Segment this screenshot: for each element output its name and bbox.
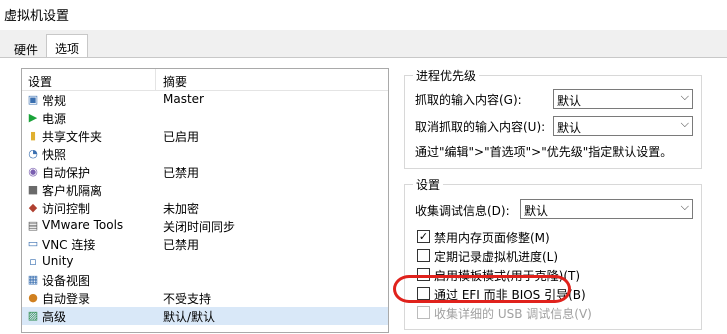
option-checkbox[interactable]: 收集详细的 USB 调试信息(V) xyxy=(417,305,657,321)
ungrab-input-label: 取消抓取的输入内容(U): xyxy=(415,120,546,134)
column-divider[interactable] xyxy=(155,69,156,91)
list-header: 设置 摘要 xyxy=(22,69,388,91)
list-item[interactable]: ▣ 常规 Master xyxy=(22,91,388,109)
list-item[interactable]: ◉ 自动保护 已禁用 xyxy=(22,163,388,181)
checkbox-box[interactable] xyxy=(417,249,430,262)
list-item[interactable]: ▮ 共享文件夹 已启用 xyxy=(22,127,388,145)
checkbox-box[interactable] xyxy=(417,306,430,319)
list-item-name: Unity xyxy=(42,254,74,268)
advanced-icon: ▨ xyxy=(27,309,39,322)
option-checkbox[interactable]: 定期记录虚拟机进度(L) xyxy=(417,248,657,264)
snapshot-icon: ◔ xyxy=(28,147,38,160)
ungrab-input-select[interactable]: 默认 ⌵ xyxy=(553,116,693,136)
list-item[interactable]: ▨ 高级 默认/默认 xyxy=(22,307,388,325)
list-item[interactable]: ◔ 快照 xyxy=(22,145,388,163)
settings-legend: 设置 xyxy=(413,176,444,193)
list-item-name: VNC 连接 xyxy=(42,238,96,252)
list-item-name: 快照 xyxy=(42,148,67,162)
list-item[interactable]: ● 自动登录 不受支持 xyxy=(22,289,388,307)
option-checkbox-label: 禁用内存页面修整(M) xyxy=(434,231,550,245)
grab-input-label: 抓取的输入内容(G): xyxy=(415,93,522,107)
chevron-down-icon: ⌵ xyxy=(680,200,689,213)
column-header-setting[interactable]: 设置 xyxy=(28,73,52,90)
vnc-icon: ▭ xyxy=(27,237,39,250)
list-item[interactable]: ▫ Unity xyxy=(22,253,388,271)
option-checkbox[interactable]: ✓ 禁用内存页面修整(M) xyxy=(417,229,657,245)
process-priority-legend: 进程优先级 xyxy=(413,67,480,84)
list-item-summary: 关闭时间同步 xyxy=(163,220,236,234)
list-item-name: 客户机隔离 xyxy=(42,184,103,198)
list-item-name: 自动登录 xyxy=(42,292,91,306)
list-item-summary: 已禁用 xyxy=(163,238,200,252)
priority-note: 通过"编辑">"首选项">"优先级"指定默认设置。 xyxy=(415,145,673,159)
window-title: 虚拟机设置 xyxy=(4,9,70,24)
chevron-down-icon: ⌵ xyxy=(680,90,689,103)
list-item-summary: 已启用 xyxy=(163,130,200,144)
list-item-summary: 默认/默认 xyxy=(163,310,216,324)
isolation-icon: ■ xyxy=(27,183,39,196)
list-item[interactable]: ▦ 设备视图 xyxy=(22,271,388,289)
power-icon: ▶ xyxy=(28,111,38,124)
list-item-name: 自动保护 xyxy=(42,166,91,180)
options-panel: 设置 摘要 ▣ 常规 Master ▶ 电源 ▮ 共享文件夹 已启用 ◔ 快照 ◉ 自动保护 已禁用 ■ 客… xyxy=(0,57,727,334)
title-bar: 虚拟机设置 xyxy=(0,0,727,30)
list-item-name: 设备视图 xyxy=(42,274,91,288)
list-item-name: 高级 xyxy=(42,310,67,324)
list-item[interactable]: ◆ 访问控制 未加密 xyxy=(22,199,388,217)
list-item-name: 共享文件夹 xyxy=(42,130,103,144)
debug-info-label: 收集调试信息(D): xyxy=(415,204,510,218)
access-control-icon: ◆ xyxy=(28,201,38,214)
list-item-name: 访问控制 xyxy=(42,202,91,216)
list-item-name: 电源 xyxy=(42,112,67,126)
autologin-icon: ● xyxy=(28,291,38,304)
list-item[interactable]: ▤ VMware Tools 关闭时间同步 xyxy=(22,217,388,235)
checkmark-icon[interactable]: ✓ xyxy=(417,230,430,243)
list-item-summary: 不受支持 xyxy=(163,292,212,306)
column-header-summary[interactable]: 摘要 xyxy=(163,73,187,90)
unity-icon: ▫ xyxy=(29,255,37,268)
list-item-summary: 已禁用 xyxy=(163,166,200,180)
chevron-down-icon: ⌵ xyxy=(680,117,689,130)
debug-info-select[interactable]: 默认 ⌵ xyxy=(520,199,693,219)
grab-input-select[interactable]: 默认 ⌵ xyxy=(553,89,693,109)
list-item[interactable]: ■ 客户机隔离 xyxy=(22,181,388,199)
process-priority-group: 进程优先级 抓取的输入内容(G): 默认 ⌵ 取消抓取的输入内容(U): 默认 … xyxy=(404,67,702,169)
list-item-name: 常规 xyxy=(42,94,67,108)
debug-info-value: 默认 xyxy=(524,204,549,218)
shared-folder-icon: ▮ xyxy=(29,129,37,142)
list-item[interactable]: ▶ 电源 xyxy=(22,109,388,127)
list-rows: ▣ 常规 Master ▶ 电源 ▮ 共享文件夹 已启用 ◔ 快照 ◉ 自动保护 已禁用 ■ 客户机隔离 ◆ 访… xyxy=(22,91,388,325)
tab-strip: 硬件 选项 xyxy=(0,30,727,60)
list-item[interactable]: ▭ VNC 连接 已禁用 xyxy=(22,235,388,253)
appliance-view-icon: ▦ xyxy=(27,273,39,286)
option-checkbox-label: 收集详细的 USB 调试信息(V) xyxy=(434,307,592,321)
highlight-annotation xyxy=(393,275,571,303)
option-checkbox-label: 定期记录虚拟机进度(L) xyxy=(434,250,559,264)
settings-group: 设置 收集调试信息(D): 默认 ⌵ ✓ 禁用内存页面修整(M) 定期记录虚拟机进度… xyxy=(404,176,702,330)
settings-list[interactable]: 设置 摘要 ▣ 常规 Master ▶ 电源 ▮ 共享文件夹 已启用 ◔ 快照 ◉ 自动保护 已禁用 ■ 客… xyxy=(21,68,389,333)
list-item-summary: 未加密 xyxy=(163,202,200,216)
list-item-summary: Master xyxy=(163,92,204,106)
autoprotect-icon: ◉ xyxy=(28,165,38,178)
grab-input-value: 默认 xyxy=(557,94,582,108)
list-item-name: VMware Tools xyxy=(42,218,124,232)
vmware-tools-icon: ▤ xyxy=(27,219,39,232)
ungrab-input-value: 默认 xyxy=(557,121,582,135)
general-icon: ▣ xyxy=(27,93,39,106)
